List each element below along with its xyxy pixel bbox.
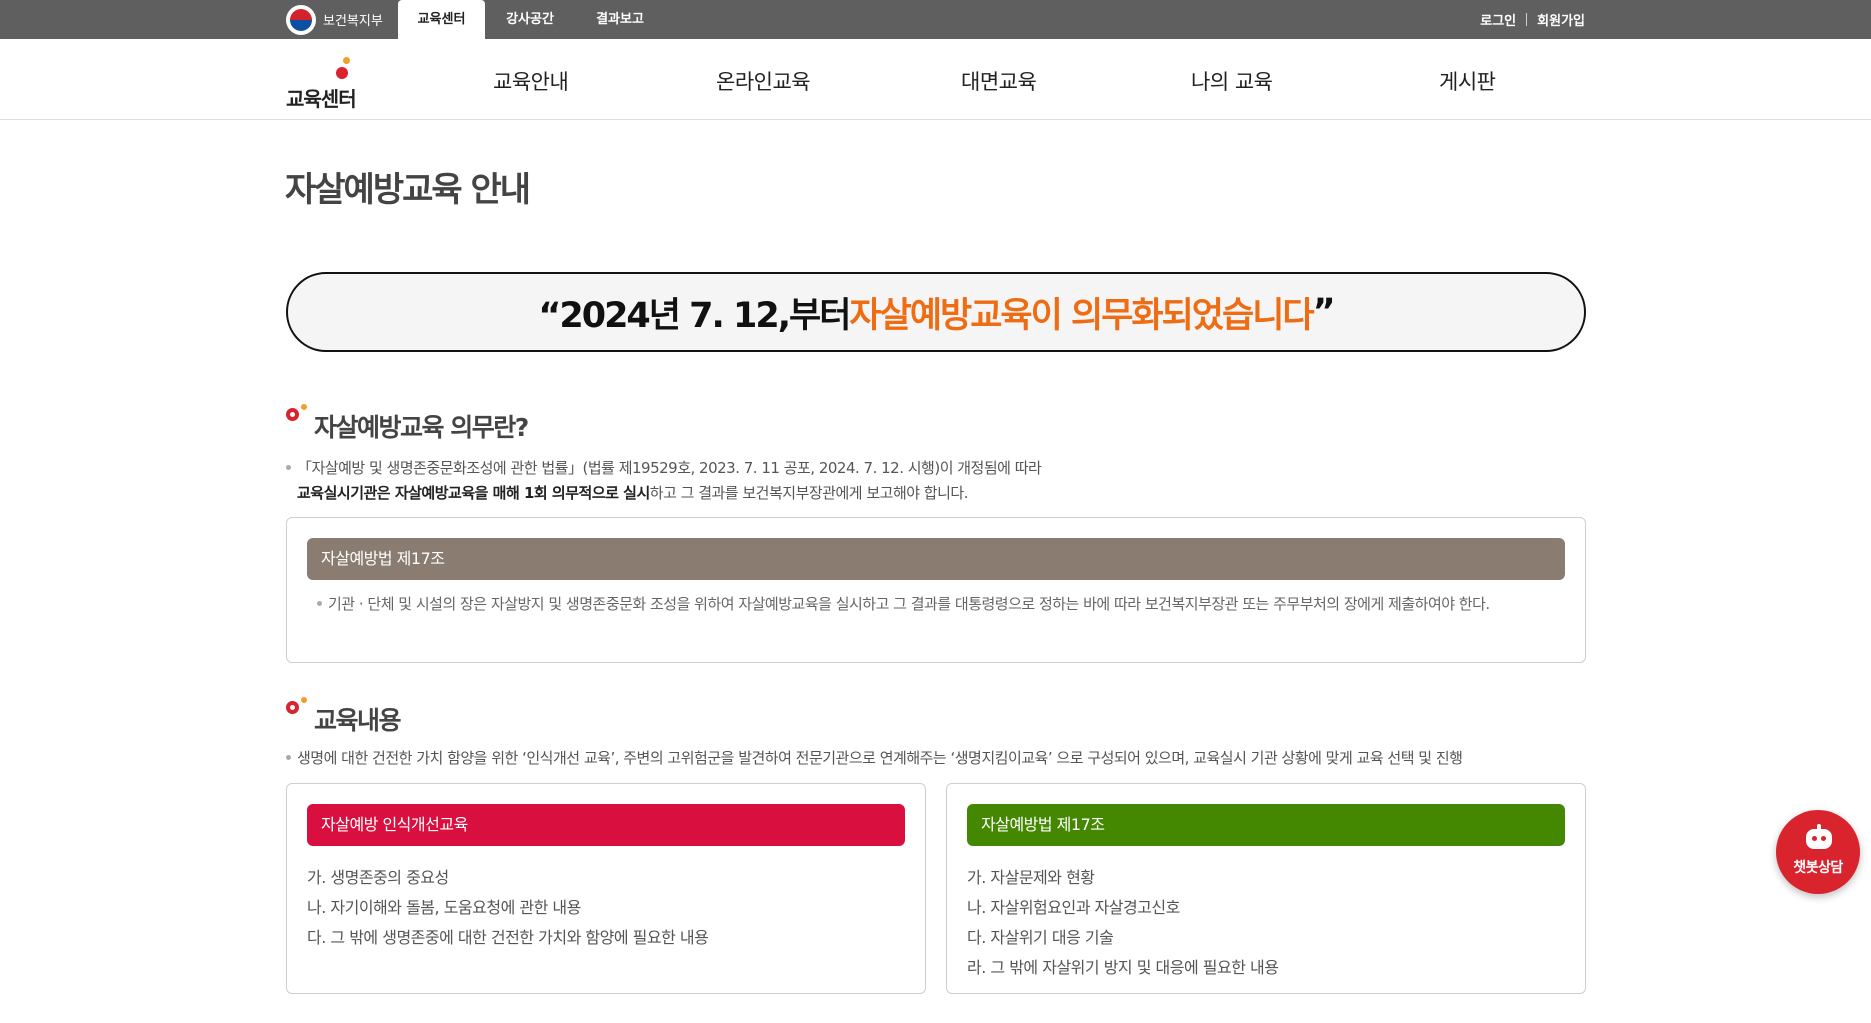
bullet-dot-icon [286, 754, 291, 760]
awareness-education-list: 가. 생명존중의 중요성 나. 자기이해와 돌봄, 도움요청에 관한 내용 다.… [307, 863, 709, 953]
mandatory-banner: “2024년 7. 12,부터 자살예방교육이 의무화되었습니다” [286, 272, 1586, 352]
law-article-title: 자살예방법 제17조 [307, 538, 1565, 580]
awareness-education-box: 자살예방 인식개선교육 가. 생명존중의 중요성 나. 자기이해와 돌봄, 도움… [286, 783, 926, 994]
obligation-line-2-bold: 교육실시기관은 자살예방교육을 매해 1회 의무적으로 실시 [297, 484, 650, 502]
chatbot-label: 챗봇상담 [1793, 860, 1843, 876]
government-emblem-icon [286, 4, 316, 35]
obligation-line-1: 「자살예방 및 생명존중문화조성에 관한 법률」(법률 제19529호, 202… [297, 459, 1042, 477]
section-title: 자살예방교육 의무란? [314, 413, 529, 442]
education-center-logo[interactable]: 교육센터 [286, 53, 370, 111]
robot-icon [1804, 824, 1834, 850]
list-item: 라. 그 밖에 자살위기 방지 및 대응에 필요한 내용 [967, 958, 1279, 977]
gatekeeper-education-title: 자살예방법 제17조 [967, 804, 1565, 846]
nav-online-education[interactable]: 온라인교육 [716, 66, 811, 96]
tab-result-report[interactable]: 결과보고 [582, 0, 658, 39]
ministry-label: 보건복지부 [323, 14, 383, 29]
divider [1526, 13, 1528, 26]
nav-board[interactable]: 게시판 [1439, 66, 1496, 96]
tab-instructor-space[interactable]: 강사공간 [492, 0, 568, 39]
banner-suffix: ” [1312, 292, 1336, 332]
nav-my-education[interactable]: 나의 교육 [1191, 66, 1273, 96]
section-heading-content: 교육내용 [286, 697, 402, 737]
obligation-description: 「자살예방 및 생명존중문화조성에 관한 법률」(법률 제19529호, 202… [286, 456, 1042, 506]
content-description-text: 생명에 대한 건전한 가치 함양을 위한 ‘인식개선 교육’, 주변의 고위험군… [297, 749, 1463, 767]
awareness-education-title: 자살예방 인식개선교육 [307, 804, 905, 846]
logo-dot-small-icon [343, 57, 350, 64]
list-item: 가. 자살문제와 현황 [967, 868, 1095, 887]
nav-education-guide[interactable]: 교육안내 [493, 66, 569, 96]
signup-link[interactable]: 회원가입 [1537, 10, 1585, 29]
banner-prefix: “2024년 7. 12,부터 [538, 295, 851, 336]
gatekeeper-education-box: 자살예방법 제17조 가. 자살문제와 현황 나. 자살위험요인과 자살경고신호… [946, 783, 1586, 994]
main-navigation: 교육센터 교육안내 온라인교육 대면교육 나의 교육 게시판 [0, 39, 1871, 120]
content-description: 생명에 대한 건전한 가치 함양을 위한 ‘인식개선 교육’, 주변의 고위험군… [286, 746, 1463, 771]
bullet-dot-icon [317, 600, 322, 606]
chatbot-button[interactable]: 챗봇상담 [1776, 810, 1860, 894]
obligation-line-2-rest: 하고 그 결과를 보건복지부장관에게 보고해야 합니다. [649, 484, 969, 502]
login-link[interactable]: 로그인 [1480, 10, 1516, 29]
bullet-dot-icon [286, 464, 291, 470]
logo-dot-large-icon [336, 67, 348, 79]
law-article-box: 자살예방법 제17조 기관 · 단체 및 시설의 장은 자살방지 및 생명존중문… [286, 517, 1586, 663]
ministry-link[interactable]: 보건복지부 [286, 4, 383, 35]
list-item: 나. 자살위험요인과 자살경고신호 [967, 898, 1180, 917]
tab-education-center[interactable]: 교육센터 [398, 0, 485, 39]
banner-accent: 자살예방교육이 의무화되었습니다 [849, 295, 1314, 336]
top-utility-bar: 보건복지부 교육센터 강사공간 결과보고 로그인 회원가입 [0, 0, 1871, 39]
list-item: 나. 자기이해와 돌봄, 도움요청에 관한 내용 [307, 898, 581, 917]
logo-text: 교육센터 [286, 87, 357, 111]
gatekeeper-education-list: 가. 자살문제와 현황 나. 자살위험요인과 자살경고신호 다. 자살위기 대응… [967, 863, 1279, 983]
list-item: 가. 생명존중의 중요성 [307, 868, 449, 887]
list-item: 다. 자살위기 대응 기술 [967, 928, 1114, 947]
account-links: 로그인 회원가입 [1480, 0, 1585, 39]
nav-offline-education[interactable]: 대면교육 [961, 66, 1037, 96]
section-heading-obligation: 자살예방교육 의무란? [286, 404, 529, 444]
section-title: 교육내용 [314, 706, 402, 735]
section-bullet-icon [286, 697, 314, 723]
list-item: 다. 그 밖에 생명존중에 대한 건전한 가치와 함양에 필요한 내용 [307, 928, 709, 947]
law-article-body: 기관 · 단체 및 시설의 장은 자살방지 및 생명존중문화 조성을 위하여 자… [328, 595, 1490, 613]
page-title: 자살예방교육 안내 [285, 170, 531, 210]
section-bullet-icon [286, 404, 314, 430]
law-article-text: 기관 · 단체 및 시설의 장은 자살방지 및 생명존중문화 조성을 위하여 자… [317, 591, 1525, 617]
